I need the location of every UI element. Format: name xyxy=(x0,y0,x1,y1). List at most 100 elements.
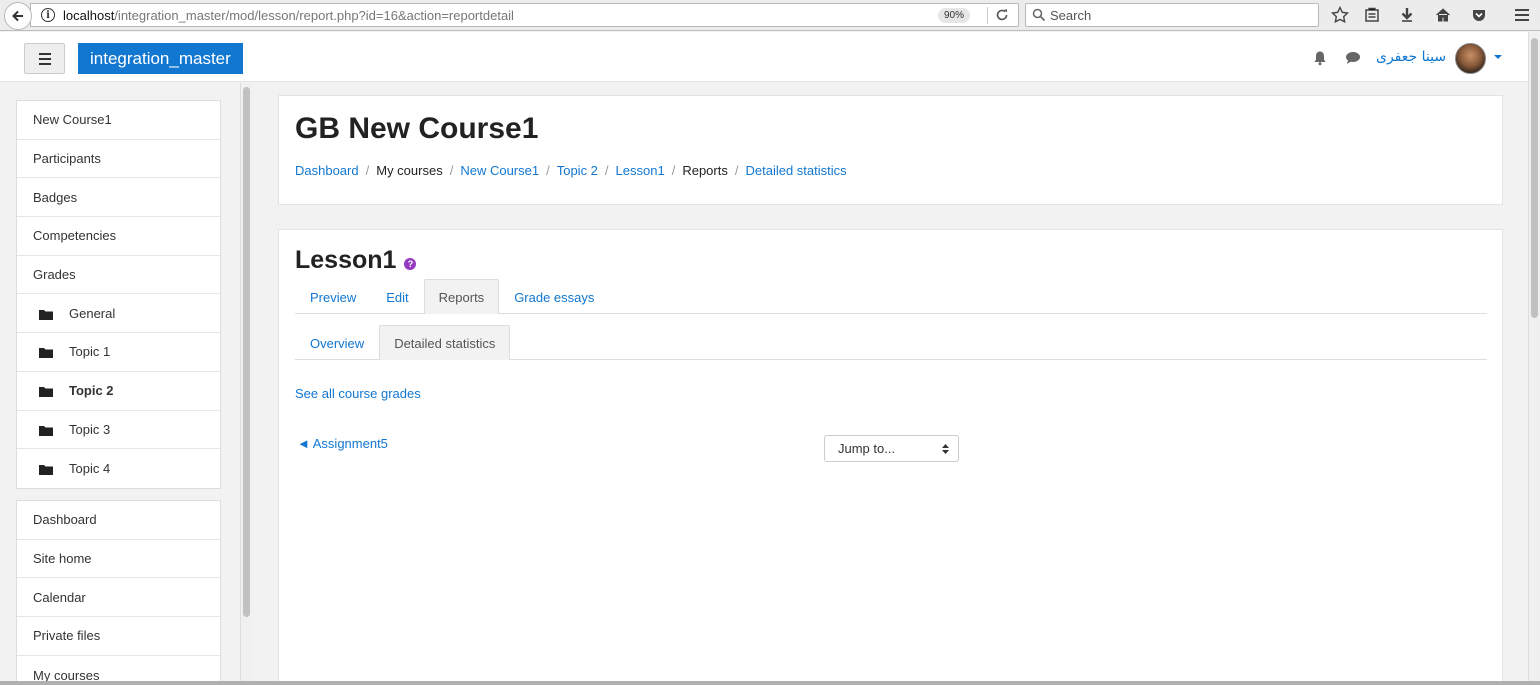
breadcrumb-item[interactable]: Detailed statistics xyxy=(745,163,846,178)
breadcrumb-item[interactable]: Topic 2 xyxy=(557,163,598,178)
site-nav-group: Dashboard Site home Calendar Private files M… xyxy=(16,500,221,685)
folder-icon xyxy=(39,463,53,476)
messages-icon[interactable] xyxy=(1345,51,1361,65)
sidebar-item-label: Topic 4 xyxy=(69,461,111,477)
breadcrumb-separator: / xyxy=(365,163,370,178)
jump-to-label: Jump to... xyxy=(838,441,896,456)
breadcrumb: Dashboard / My courses / New Course1 / Topic 2… xyxy=(295,163,847,178)
sidebar-item-calendar[interactable]: Calendar xyxy=(17,578,220,618)
sidebar-item-general[interactable]: General xyxy=(17,294,220,334)
address-bar[interactable]: i localhost/integration_master/mod/lesso… xyxy=(30,3,1019,27)
sidebar-item-topic-4[interactable]: Topic 4 xyxy=(17,449,220,488)
sidebar-item-label: Private files xyxy=(33,628,101,644)
help-icon[interactable]: ? xyxy=(404,257,417,270)
sidebar-item-participants[interactable]: Participants xyxy=(17,140,220,179)
sidebar-item-label: New Course1 xyxy=(33,112,112,128)
see-all-grades-link[interactable]: See all course grades xyxy=(295,386,421,401)
breadcrumb-item: Reports xyxy=(682,163,728,178)
sidebar-item-label: Site home xyxy=(33,551,92,567)
browser-search-input[interactable] xyxy=(1050,7,1300,23)
site-navbar: integration_master سینا جعفری xyxy=(0,32,1528,82)
tab-edit[interactable]: Edit xyxy=(371,280,423,314)
sidebar-item-competencies[interactable]: Competencies xyxy=(17,217,220,256)
user-avatar[interactable] xyxy=(1455,43,1486,74)
url-text[interactable]: localhost/integration_master/mod/lesson/… xyxy=(63,8,514,23)
tab-grade-essays[interactable]: Grade essays xyxy=(499,280,609,314)
site-name-link[interactable]: integration_master xyxy=(78,43,243,74)
main-region: Lesson1 ? Preview Edit Reports Grade essays… xyxy=(278,229,1503,685)
page-scrollbar-thumb[interactable] xyxy=(1531,38,1538,318)
download-icon[interactable] xyxy=(1396,5,1418,25)
sidebar-item-label: Calendar xyxy=(33,589,86,605)
bookmark-star-icon[interactable] xyxy=(1329,5,1351,25)
sidebar-item-topic-2[interactable]: Topic 2 xyxy=(17,372,220,411)
page-title: GB New Course1 xyxy=(295,112,539,145)
lesson-title-text: Lesson1 xyxy=(295,246,397,274)
url-path: /integration_master/mod/lesson/report.ph… xyxy=(114,7,514,23)
zoom-level-badge[interactable]: 90% xyxy=(937,8,970,23)
sidebar-item-new-course1[interactable]: New Course1 xyxy=(17,101,220,140)
browser-search[interactable] xyxy=(1025,3,1319,27)
search-icon xyxy=(1032,8,1046,22)
home-icon[interactable] xyxy=(1432,5,1454,25)
breadcrumb-item[interactable]: Dashboard xyxy=(295,163,359,178)
sidebar-item-grades[interactable]: Grades xyxy=(17,256,220,295)
sidebar-item-badges[interactable]: Badges xyxy=(17,178,220,218)
tab-preview[interactable]: Preview xyxy=(295,280,371,314)
sidebar-item-label: General xyxy=(69,305,116,321)
user-menu-caret-icon[interactable] xyxy=(1494,55,1502,59)
reading-list-icon[interactable] xyxy=(1361,5,1383,25)
sidebar-item-label: Competencies xyxy=(33,228,117,244)
user-menu-name[interactable]: سینا جعفری xyxy=(1376,49,1446,65)
breadcrumb-item[interactable]: New Course1 xyxy=(460,163,539,178)
tab-reports[interactable]: Reports xyxy=(423,279,500,314)
page-scrollbar[interactable] xyxy=(1528,32,1540,685)
drawer-scrollbar[interactable] xyxy=(240,83,252,685)
sidebar-item-label: Topic 2 xyxy=(69,383,114,399)
subtab-overview[interactable]: Overview xyxy=(295,326,379,360)
hamburger-line xyxy=(38,52,51,55)
sidebar-item-label: Dashboard xyxy=(33,512,97,528)
pocket-icon[interactable] xyxy=(1468,5,1490,25)
page-header: GB New Course1 Dashboard / My courses / New … xyxy=(278,95,1503,205)
report-subtabs: Overview Detailed statistics xyxy=(295,325,1487,360)
lesson-title: Lesson1 ? xyxy=(295,246,417,275)
breadcrumb-separator: / xyxy=(449,163,454,178)
drawer-scrollbar-thumb[interactable] xyxy=(243,87,250,617)
window-bottom-edge xyxy=(0,681,1540,685)
breadcrumb-separator: / xyxy=(671,163,676,178)
nav-drawer: New Course1 Participants Badges Competencie… xyxy=(0,83,252,685)
sidebar-item-label: Participants xyxy=(33,151,101,167)
drawer-toggle-button[interactable] xyxy=(24,43,65,74)
sidebar-item-label: Topic 1 xyxy=(69,344,111,360)
sidebar-item-topic-3[interactable]: Topic 3 xyxy=(17,411,220,450)
breadcrumb-separator: / xyxy=(734,163,739,178)
folder-icon xyxy=(39,308,53,320)
hamburger-line xyxy=(38,57,51,60)
url-host: localhost xyxy=(63,7,115,23)
sidebar-item-site-home[interactable]: Site home xyxy=(17,540,220,579)
sidebar-item-label: Topic 3 xyxy=(69,421,111,437)
sidebar-item-private-files[interactable]: Private files xyxy=(17,617,220,656)
subtab-detailed-statistics[interactable]: Detailed statistics xyxy=(379,325,511,360)
notification-bell-icon[interactable] xyxy=(1313,50,1327,66)
back-button[interactable] xyxy=(4,2,32,30)
breadcrumb-separator: / xyxy=(546,163,550,178)
sidebar-item-dashboard[interactable]: Dashboard xyxy=(17,501,220,540)
breadcrumb-separator: / xyxy=(604,163,609,178)
folder-icon xyxy=(39,385,53,398)
breadcrumb-item[interactable]: Lesson1 xyxy=(616,163,665,178)
sidebar-item-label: Grades xyxy=(33,267,76,283)
url-divider xyxy=(987,7,988,24)
previous-activity-link[interactable]: ◄ Assignment5 xyxy=(297,436,388,451)
reload-icon[interactable] xyxy=(994,7,1010,23)
jump-to-select[interactable]: Jump to... xyxy=(824,435,959,462)
folder-icon xyxy=(39,424,53,436)
site-info-icon[interactable]: i xyxy=(41,8,55,22)
hamburger-line xyxy=(38,62,51,65)
sidebar-item-topic-1[interactable]: Topic 1 xyxy=(17,333,220,372)
course-nav-group: New Course1 Participants Badges Competencie… xyxy=(16,100,221,489)
folder-icon xyxy=(39,346,53,359)
browser-menu-icon[interactable] xyxy=(1511,5,1533,25)
select-arrows-icon xyxy=(942,444,949,454)
